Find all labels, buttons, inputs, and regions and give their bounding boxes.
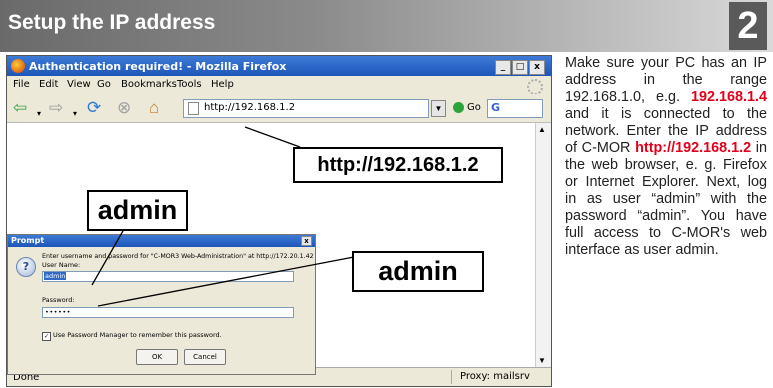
remember-password-label: Use Password Manager to remember this pa… — [53, 331, 222, 339]
prompt-titlebar: Prompt x — [8, 235, 315, 247]
window-title: Authentication required! - Mozilla Firef… — [29, 60, 287, 73]
go-icon[interactable] — [453, 102, 464, 113]
prompt-close-button[interactable]: x — [301, 236, 312, 246]
stop-icon[interactable]: ⊗ — [117, 98, 131, 118]
forward-dropdown-icon[interactable]: ▾ — [73, 104, 77, 124]
step-number-badge: 2 — [729, 2, 767, 50]
menu-help[interactable]: Help — [211, 79, 234, 90]
scroll-down-icon[interactable]: ▼ — [538, 356, 546, 365]
go-button[interactable]: Go — [467, 102, 481, 113]
instructions-text: Make sure your PC has an IP address in t… — [565, 55, 767, 385]
remember-password-checkbox[interactable]: ✓ — [42, 332, 51, 341]
password-field[interactable]: •••••• — [42, 307, 294, 318]
back-dropdown-icon[interactable]: ▾ — [37, 104, 41, 124]
auth-prompt-dialog: Prompt x ? Enter username and password f… — [7, 234, 316, 375]
firefox-icon — [11, 59, 25, 73]
url-field[interactable]: http://192.168.1.2 — [183, 99, 429, 118]
prompt-message: Enter username and password for "C-MOR3 … — [42, 253, 314, 260]
back-icon[interactable]: ⇦ — [13, 98, 27, 118]
reload-icon[interactable]: ⟳ — [87, 98, 101, 118]
menu-bookmarks[interactable]: Bookmarks — [121, 79, 177, 90]
password-label: Password: — [42, 296, 75, 304]
scroll-up-icon[interactable]: ▲ — [538, 125, 546, 134]
vertical-scrollbar[interactable]: ▲ ▼ — [535, 123, 551, 367]
username-label: User Name: — [42, 261, 81, 269]
section-title: Setup the IP address — [8, 11, 216, 34]
ip-example: 192.168.1.4 — [690, 89, 767, 105]
question-icon: ? — [16, 257, 36, 277]
menu-edit[interactable]: Edit — [39, 79, 58, 90]
ok-button[interactable]: OK — [136, 349, 178, 365]
desc-line4: interface as user admin. — [565, 242, 719, 258]
maximize-button[interactable]: □ — [512, 60, 528, 75]
search-input[interactable]: G — [487, 99, 543, 118]
throbber-icon — [527, 79, 543, 95]
menu-tools[interactable]: Tools — [177, 79, 202, 90]
password-value: •••••• — [45, 308, 72, 316]
section-header: Setup the IP address 2 — [0, 0, 773, 52]
page-icon — [188, 102, 199, 115]
password-callout: admin — [352, 251, 484, 292]
browser-titlebar: Authentication required! - Mozilla Firef… — [7, 56, 551, 76]
cancel-button[interactable]: Cancel — [184, 349, 226, 365]
home-icon[interactable]: ⌂ — [149, 98, 159, 118]
close-button[interactable]: x — [529, 60, 545, 75]
forward-icon[interactable]: ⇨ — [49, 98, 63, 118]
url-callout: http://192.168.1.2 — [293, 147, 503, 183]
search-engine-icon: G — [491, 101, 501, 114]
url-text: http://192.168.1.2 — [204, 102, 296, 113]
url-dropdown-icon[interactable]: ▼ — [431, 100, 446, 117]
menu-bar: File Edit View Go Bookmarks Tools Help — [7, 76, 551, 95]
username-field[interactable]: admin — [42, 271, 294, 282]
menu-file[interactable]: File — [13, 79, 30, 90]
navigation-toolbar: ⇦ ▾ ⇨ ▾ ⟳ ⊗ ⌂ http://192.168.1.2 ▼ Go G — [7, 94, 551, 123]
minimize-button[interactable]: _ — [495, 60, 511, 75]
proxy-status: Proxy: mailsrv — [451, 370, 551, 384]
window-controls: _ □ x — [494, 59, 545, 75]
cmor-url: http://192.168.1.2 — [635, 140, 752, 156]
username-value: admin — [44, 272, 67, 280]
menu-view[interactable]: View — [67, 79, 91, 90]
username-callout: admin — [87, 190, 188, 231]
prompt-title: Prompt — [11, 236, 45, 245]
menu-go[interactable]: Go — [97, 79, 111, 90]
